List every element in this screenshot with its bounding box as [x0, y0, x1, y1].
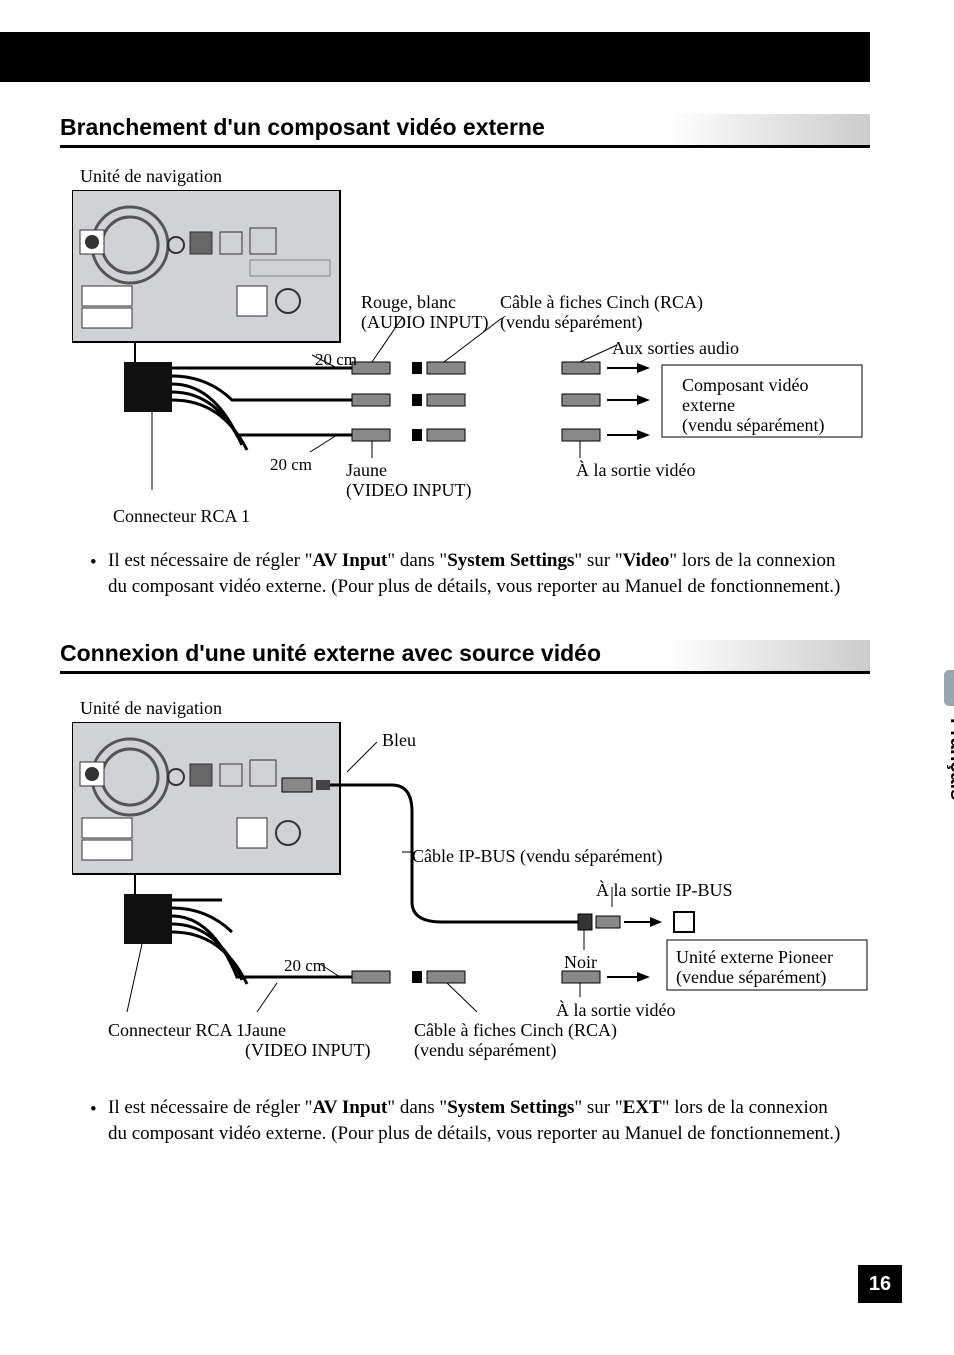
d1-to-video-out: À la sortie vidéo — [576, 460, 695, 481]
b1-b3: Video — [623, 550, 670, 571]
side-language-tab: Français — [934, 670, 954, 830]
side-tab-indicator — [944, 670, 954, 706]
d1-20cm-upper: 20 cm — [315, 350, 357, 370]
d2-ext-unit-2: (vendue séparément) — [676, 967, 826, 988]
d2-to-ipbus-out: À la sortie IP-BUS — [596, 880, 733, 901]
d1-video-input: (VIDEO INPUT) — [346, 480, 471, 501]
b2-mid2: " sur " — [574, 1097, 622, 1118]
d2-blue: Bleu — [382, 730, 416, 751]
b1-mid2: " sur " — [574, 550, 622, 571]
b1-mid1: " dans " — [387, 550, 447, 571]
d2-connector-rca: Connecteur RCA 1 — [108, 1020, 245, 1041]
d1-to-audio-out: Aux sorties audio — [612, 338, 739, 359]
b1-pre: Il est nécessaire de régler " — [108, 550, 313, 571]
b2-b2: System Settings — [447, 1097, 574, 1118]
b2-b1: AV Input — [313, 1097, 388, 1118]
d1-audio-input: (AUDIO INPUT) — [361, 312, 488, 333]
b2-pre: Il est nécessaire de régler " — [108, 1097, 313, 1118]
b1-b2: System Settings — [447, 550, 574, 571]
section-heading-2: Connexion d'une unité externe avec sourc… — [60, 640, 870, 674]
bullet-2: • Il est nécessaire de régler "AV Input"… — [108, 1095, 848, 1146]
d2-video-input: (VIDEO INPUT) — [245, 1040, 370, 1061]
top-black-bar — [0, 32, 870, 82]
d1-ext-sold-sep: (vendu séparément) — [682, 415, 824, 436]
d1-rca-cable: Câble à fiches Cinch (RCA) — [500, 292, 703, 313]
d2-ipbus-cable: Câble IP-BUS (vendu séparément) — [412, 846, 662, 867]
b1-b1: AV Input — [313, 550, 388, 571]
d1-connector-rca: Connecteur RCA 1 — [113, 506, 250, 527]
d2-black: Noir — [564, 952, 597, 973]
d1-yellow: Jaune — [346, 460, 387, 481]
d2-rca-sold-sep: (vendu séparément) — [414, 1040, 556, 1061]
diagram1-svg — [72, 190, 872, 510]
d2-nav-unit-label: Unité de navigation — [80, 698, 222, 719]
d1-20cm-lower: 20 cm — [270, 455, 312, 475]
d2-yellow: Jaune — [245, 1020, 286, 1041]
b2-b3: EXT — [623, 1097, 662, 1118]
d2-20cm: 20 cm — [284, 956, 326, 976]
side-language-text: Français — [945, 718, 954, 800]
d1-ext-comp-2: externe — [682, 395, 735, 416]
d2-ext-unit-1: Unité externe Pioneer — [676, 947, 833, 968]
d1-ext-comp-1: Composant vidéo — [682, 375, 809, 396]
d1-red-white: Rouge, blanc — [361, 292, 456, 313]
d1-nav-unit-label: Unité de navigation — [80, 166, 222, 187]
d2-rca-cable: Câble à fiches Cinch (RCA) — [414, 1020, 617, 1041]
bullet-1: • Il est nécessaire de régler "AV Input"… — [108, 548, 848, 599]
b2-mid1: " dans " — [387, 1097, 447, 1118]
section-heading-1: Branchement d'un composant vidéo externe — [60, 114, 870, 148]
d1-rca-sold-sep: (vendu séparément) — [500, 312, 642, 333]
d2-to-video-out: À la sortie vidéo — [556, 1000, 675, 1021]
diagram2-svg — [72, 722, 872, 1052]
page-number: 16 — [858, 1265, 902, 1303]
